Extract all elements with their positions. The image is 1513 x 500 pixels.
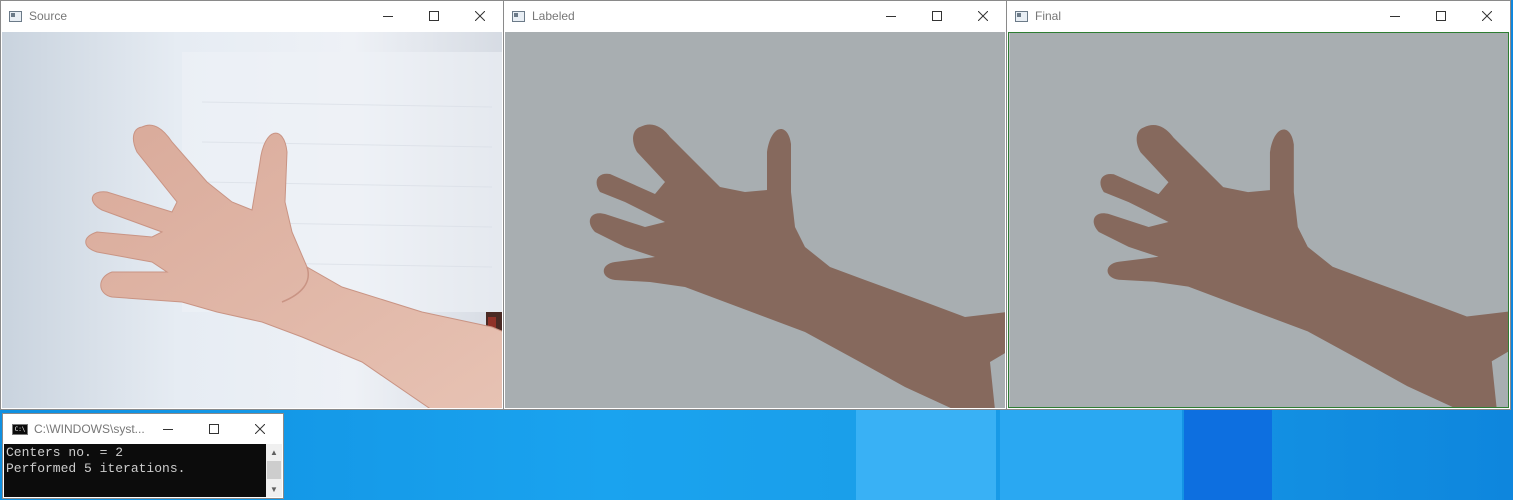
source-image (2, 32, 502, 408)
close-icon (1482, 11, 1492, 21)
segmentation-mask (505, 32, 1005, 408)
labeled-image (505, 32, 1005, 408)
minimize-icon (886, 16, 896, 17)
window-icon (9, 10, 22, 22)
maximize-button[interactable] (191, 414, 237, 444)
close-icon (255, 424, 265, 434)
scroll-down-icon[interactable]: ▼ (266, 481, 282, 497)
console-titlebar[interactable]: C:\ C:\WINDOWS\syst... (3, 414, 283, 444)
close-button[interactable] (457, 1, 503, 31)
final-window[interactable]: Final (1006, 0, 1511, 410)
minimize-icon (1390, 16, 1400, 17)
minimize-button[interactable] (868, 1, 914, 31)
maximize-icon (209, 424, 219, 434)
scroll-thumb[interactable] (267, 461, 281, 479)
close-button[interactable] (960, 1, 1006, 31)
source-window[interactable]: Source (0, 0, 504, 410)
maximize-icon (429, 11, 439, 21)
minimize-button[interactable] (1372, 1, 1418, 31)
labeled-window[interactable]: Labeled (503, 0, 1007, 410)
window-title: Final (1035, 9, 1062, 23)
console-line: Centers no. = 2 (6, 445, 124, 460)
close-button[interactable] (237, 414, 283, 444)
console-icon: C:\ (12, 423, 28, 435)
console-line: Performed 5 iterations. (6, 461, 186, 476)
final-image (1008, 32, 1509, 408)
console-output[interactable]: Centers no. = 2 Performed 5 iterations. … (4, 444, 282, 497)
window-title: C:\WINDOWS\syst... (34, 422, 145, 436)
maximize-button[interactable] (914, 1, 960, 31)
maximize-icon (932, 11, 942, 21)
minimize-icon (163, 429, 173, 430)
minimize-icon (383, 16, 393, 17)
desktop-window-reflection (1184, 410, 1272, 500)
maximize-button[interactable] (411, 1, 457, 31)
window-icon (1015, 10, 1028, 22)
window-title: Source (29, 9, 68, 23)
close-icon (475, 11, 485, 21)
close-icon (978, 11, 988, 21)
maximize-icon (1436, 11, 1446, 21)
scroll-up-icon[interactable]: ▲ (266, 444, 282, 460)
hand-photo (2, 32, 502, 408)
desktop-window-reflection (856, 410, 996, 500)
source-titlebar[interactable]: Source (1, 1, 503, 31)
console-window[interactable]: C:\ C:\WINDOWS\syst... Centers no. = 2 P… (2, 413, 284, 499)
close-button[interactable] (1464, 1, 1510, 31)
final-titlebar[interactable]: Final (1007, 1, 1510, 31)
minimize-button[interactable] (145, 414, 191, 444)
window-title: Labeled (532, 9, 575, 23)
minimize-button[interactable] (365, 1, 411, 31)
desktop-window-reflection (1000, 410, 1182, 500)
segmentation-result (1009, 33, 1508, 407)
vertical-scrollbar[interactable]: ▲ ▼ (266, 444, 282, 497)
maximize-button[interactable] (1418, 1, 1464, 31)
labeled-titlebar[interactable]: Labeled (504, 1, 1006, 31)
window-icon (512, 10, 525, 22)
